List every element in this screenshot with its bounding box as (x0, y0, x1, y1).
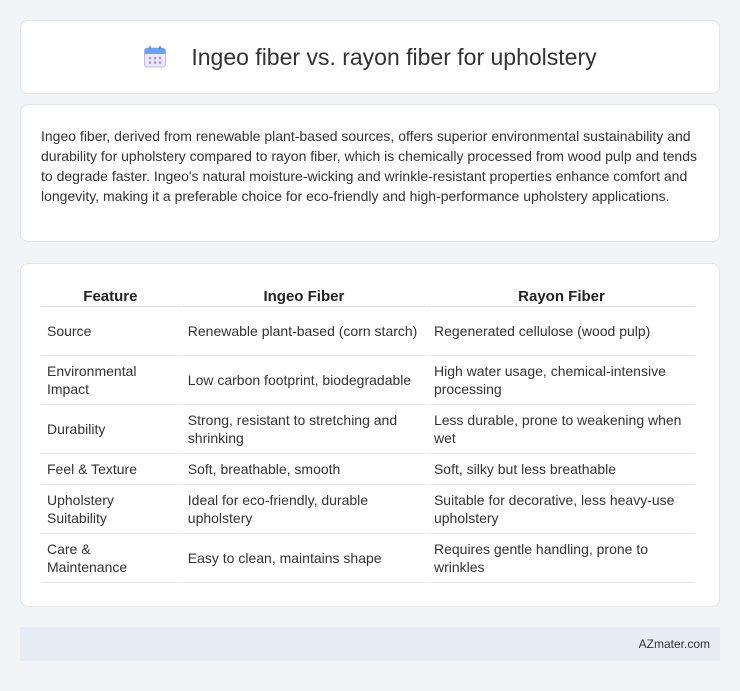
table-row: Feel & Texture Soft, breathable, smooth … (41, 454, 695, 485)
feature-cell: Environmental Impact (41, 356, 180, 405)
comparison-table-card: Feature Ingeo Fiber Rayon Fiber Source R… (20, 263, 720, 607)
table-header-row: Feature Ingeo Fiber Rayon Fiber (41, 285, 695, 307)
ingeo-cell: Renewable plant-based (corn starch) (181, 307, 426, 356)
ingeo-cell: Soft, breathable, smooth (181, 454, 426, 485)
title-card: Ingeo fiber vs. rayon fiber for upholste… (20, 20, 720, 94)
rayon-cell: Soft, silky but less breathable (427, 454, 695, 485)
footer-site-label: AZmater.com (638, 637, 710, 651)
calendar-icon (143, 45, 167, 69)
header-feature: Feature (41, 285, 180, 307)
feature-cell: Care & Maintenance (41, 534, 180, 583)
ingeo-cell: Low carbon footprint, biodegradable (181, 356, 426, 405)
rayon-cell: Requires gentle handling, prone to wrink… (427, 534, 695, 583)
table-row: Environmental Impact Low carbon footprin… (41, 356, 695, 405)
comparison-table: Feature Ingeo Fiber Rayon Fiber Source R… (39, 285, 697, 583)
summary-card: Ingeo fiber, derived from renewable plan… (20, 104, 720, 242)
feature-cell: Source (41, 307, 180, 356)
ingeo-cell: Ideal for eco-friendly, durable upholste… (181, 485, 426, 534)
ingeo-cell: Easy to clean, maintains shape (181, 534, 426, 583)
header-ingeo-fiber: Ingeo Fiber (181, 285, 426, 307)
ingeo-cell: Strong, resistant to stretching and shri… (181, 405, 426, 454)
table-row: Upholstery Suitability Ideal for eco-fri… (41, 485, 695, 534)
page-title: Ingeo fiber vs. rayon fiber for upholste… (191, 43, 597, 70)
summary-text: Ingeo fiber, derived from renewable plan… (41, 128, 697, 204)
table-row: Durability Strong, resistant to stretchi… (41, 405, 695, 454)
footer-bar: AZmater.com (20, 627, 720, 661)
rayon-cell: Suitable for decorative, less heavy-use … (427, 485, 695, 534)
table-row: Care & Maintenance Easy to clean, mainta… (41, 534, 695, 583)
table-row: Source Renewable plant-based (corn starc… (41, 307, 695, 356)
rayon-cell: High water usage, chemical-intensive pro… (427, 356, 695, 405)
header-rayon-fiber: Rayon Fiber (427, 285, 695, 307)
rayon-cell: Less durable, prone to weakening when we… (427, 405, 695, 454)
feature-cell: Upholstery Suitability (41, 485, 180, 534)
feature-cell: Feel & Texture (41, 454, 180, 485)
feature-cell: Durability (41, 405, 180, 454)
rayon-cell: Regenerated cellulose (wood pulp) (427, 307, 695, 356)
